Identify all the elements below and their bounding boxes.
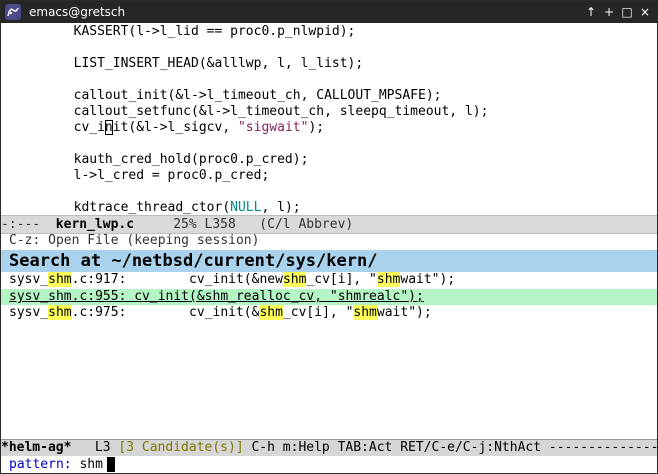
candidate-text: sysv_shm.c:955: cv_init(&shm_realloc_cv,… xyxy=(9,289,424,304)
match-highlight: shm xyxy=(48,272,72,287)
shade-up-button[interactable]: ↑ xyxy=(583,4,599,20)
code-text: LIST_INSERT_HEAD(&alllwp, l, l_list); xyxy=(11,56,364,71)
helm-source-header: Search at ~/netbsd/current/sys/kern/ xyxy=(1,250,657,272)
mode-line: -:--- kern_lwp.c 25% L358 (C/l Abbrev) xyxy=(1,215,657,234)
string-literal: "sigwait" xyxy=(237,120,309,135)
helm-header-line: C-z: Open File (keeping session) xyxy=(9,233,260,248)
code-line[interactable]: LIST_INSERT_HEAD(&alllwp, l, l_list); xyxy=(11,56,364,72)
code-line[interactable]: callout_setfunc(&l->l_timeout_ch, sleepq… xyxy=(11,104,489,120)
pattern-input[interactable] xyxy=(79,456,108,472)
helm-candidate[interactable]: sysv_shm.c:917: cv_init(&newshm_cv[i], "… xyxy=(1,272,657,288)
candidate-text: sysv_ xyxy=(9,305,49,320)
code-text: it(&l->l_sigcv, xyxy=(112,120,238,135)
match-highlight: shm xyxy=(353,305,377,320)
candidate-text: _cv[i], " xyxy=(306,272,377,287)
code-line[interactable]: cv_init(&l->l_sigcv, "sigwait"); xyxy=(11,120,324,136)
text-cursor: n xyxy=(104,120,113,135)
window-title: emacs@gretsch xyxy=(29,5,126,19)
code-text: kauth_cred_hold(proc0.p_cred); xyxy=(11,152,309,167)
pattern-prompt: pattern: xyxy=(9,457,80,472)
code-line[interactable]: l->l_cred = proc0.p_cred; xyxy=(11,168,270,184)
code-text: ); xyxy=(308,120,325,135)
candidate-text: wait"); xyxy=(376,305,432,320)
code-text: kdtrace_thread_ctor( xyxy=(11,200,231,215)
helm-candidate[interactable]: sysv_shm.c:975: cv_init(&shm_cv[i], "shm… xyxy=(1,305,657,321)
emacs-window: emacs@gretsch ↑ + □ × KASSERT(l->l_lid =… xyxy=(0,0,658,474)
match-highlight: shm xyxy=(376,272,401,287)
code-text: , l); xyxy=(261,200,301,215)
code-text: callout_setfunc(&l->l_timeout_ch, sleepq… xyxy=(11,104,489,119)
helm-line-indicator: L3 xyxy=(71,440,119,455)
match-highlight: shm xyxy=(48,305,72,320)
candidate-text: .c:917: cv_init(&new xyxy=(71,272,283,287)
candidate-count: [3 Candidate(s)] xyxy=(118,440,244,455)
helm-candidate-selected[interactable]: sysv_shm.c:955: cv_init(&shm_realloc_cv,… xyxy=(1,289,657,305)
title-bar[interactable]: emacs@gretsch ↑ + □ × xyxy=(1,1,657,23)
close-button[interactable]: × xyxy=(637,4,653,20)
match-highlight: shm xyxy=(282,272,307,287)
code-text: l->l_cred = proc0.p_cred; xyxy=(11,168,270,183)
code-line[interactable]: KASSERT(l->l_lid == proc0.p_nlwpid); xyxy=(11,24,356,40)
candidate-text: _cv[i], " xyxy=(282,305,354,320)
maximize-button[interactable]: □ xyxy=(619,4,635,20)
minibuffer[interactable]: pattern: xyxy=(1,456,657,473)
helm-key-hints: C-h m:Help TAB:Act RET/C-e/C-j:NthAct --… xyxy=(243,440,657,455)
helm-mode-line: *helm-ag* L3 [3 Candidate(s)] C-h m:Help… xyxy=(1,439,657,456)
modeline-status: -:--- xyxy=(1,217,56,232)
candidate-text: wait"); xyxy=(400,272,456,287)
code-text: callout_init(&l->l_timeout_ch, CALLOUT_M… xyxy=(11,88,442,103)
match-highlight: shm xyxy=(259,305,283,320)
helm-buffer-name: *helm-ag* xyxy=(1,440,72,455)
code-text: cv_i xyxy=(11,120,105,135)
candidate-text: sysv_ xyxy=(9,272,49,287)
emacs-gnu-icon xyxy=(5,4,21,20)
code-line[interactable]: kauth_cred_hold(proc0.p_cred); xyxy=(11,152,309,168)
text-cursor xyxy=(107,457,116,472)
code-text: KASSERT(l->l_lid == proc0.p_nlwpid); xyxy=(11,24,356,39)
candidate-text: .c:975: cv_init(& xyxy=(71,305,260,320)
constant-token: NULL xyxy=(230,200,262,215)
code-line[interactable]: callout_init(&l->l_timeout_ch, CALLOUT_M… xyxy=(11,88,442,104)
modeline-position: 25% L358 (C/l Abbrev) xyxy=(134,217,354,232)
sticky-button[interactable]: + xyxy=(601,4,617,20)
code-line[interactable]: kdtrace_thread_ctor(NULL, l); xyxy=(11,200,301,216)
modeline-buffer-name: kern_lwp.c xyxy=(55,217,135,232)
